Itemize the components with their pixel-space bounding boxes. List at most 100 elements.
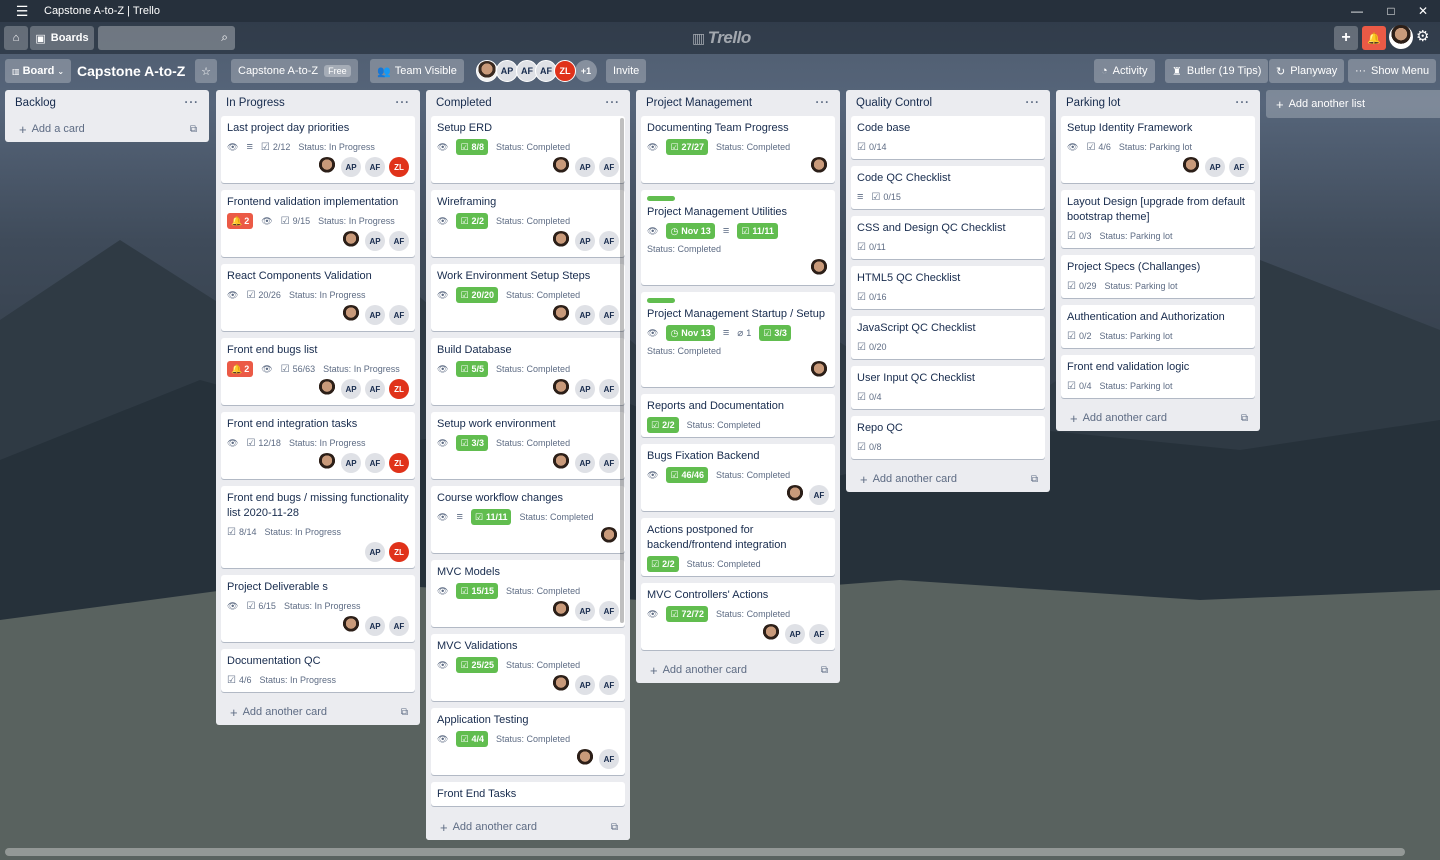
add-card-button[interactable]: + Add another card ⧉ (216, 699, 420, 725)
list-menu-icon[interactable]: ··· (606, 97, 621, 109)
card[interactable]: Frontend validation implementation 🔔 2 👁 ☑ 9/… (221, 190, 415, 257)
member-avatar-af[interactable]: AF (599, 305, 619, 325)
card[interactable]: Front End Tasks (431, 782, 625, 806)
member-avatar-zl[interactable]: ZL (389, 379, 409, 399)
member-avatar-af[interactable]: AF (365, 453, 385, 473)
member-avatar-ap[interactable]: AP (575, 453, 595, 473)
member-avatar-ap[interactable]: AP (365, 305, 385, 325)
member-avatar-ap[interactable]: AP (341, 379, 361, 399)
hamburger-menu-icon[interactable]: ☰ (0, 3, 44, 20)
card[interactable]: Reports and Documentation ☑ 2/2 Status: Com… (641, 394, 835, 437)
member-avatar-af[interactable]: AF (809, 485, 829, 505)
list-title[interactable]: Parking lot (1066, 97, 1120, 109)
card[interactable]: Code base ☑ 0/14 (851, 116, 1045, 159)
add-card-button[interactable]: + Add another card ⧉ (846, 466, 1050, 492)
list-title[interactable]: Backlog (15, 97, 56, 109)
card[interactable]: Front end validation logic ☑ 0/4 Status: Pa… (1061, 355, 1255, 398)
more-members-button[interactable]: +1 (575, 60, 597, 82)
card[interactable]: Setup ERD 👁 ☑ 8/8 Status: Completed AP AF (431, 116, 625, 183)
member-avatar-ap[interactable]: AP (575, 157, 595, 177)
card[interactable]: HTML5 QC Checklist ☑ 0/16 (851, 266, 1045, 309)
member-avatar-af[interactable]: AF (389, 231, 409, 251)
member-avatar-af[interactable]: AF (599, 675, 619, 695)
activity-button[interactable]: ◔ Activity (1094, 59, 1155, 83)
star-button[interactable]: ☆ (195, 59, 217, 83)
member-avatar[interactable] (785, 485, 805, 505)
list-title[interactable]: Quality Control (856, 97, 932, 109)
add-card-button[interactable]: + Add another card ⧉ (1056, 405, 1260, 431)
list-menu-icon[interactable]: ··· (396, 97, 411, 109)
card[interactable]: Last project day priorities 👁 ≡ ☑ 2/12 Status… (221, 116, 415, 183)
card[interactable]: Work Environment Setup Steps 👁 ☑ 20/20 Statu… (431, 264, 625, 331)
member-avatar-zl[interactable]: ZL (389, 542, 409, 562)
member-avatar[interactable] (476, 60, 498, 82)
minimize-button[interactable]: — (1340, 0, 1374, 22)
member-avatar-ap[interactable]: AP (575, 601, 595, 621)
member-avatar-af[interactable]: AF (809, 624, 829, 644)
card-template-icon[interactable]: ⧉ (190, 124, 197, 135)
member-avatar-af[interactable]: AF (599, 453, 619, 473)
card[interactable]: MVC Validations 👁 ☑ 25/25 Status: Completed A… (431, 634, 625, 701)
visibility-button[interactable]: 👥 Team Visible (370, 59, 464, 83)
card[interactable]: Project Management Startup / Setup 👁 ◷ Nov … (641, 292, 835, 387)
member-avatar[interactable] (317, 157, 337, 177)
user-avatar[interactable] (1389, 25, 1413, 49)
card[interactable]: Authentication and Authorization ☑ 0/2 Stat… (1061, 305, 1255, 348)
card[interactable]: Setup work environment 👁 ☑ 3/3 Status: Compl… (431, 412, 625, 479)
member-avatar-af[interactable]: AF (365, 379, 385, 399)
member-avatar-af[interactable]: AF (599, 231, 619, 251)
card-template-icon[interactable]: ⧉ (1241, 413, 1248, 424)
member-avatar[interactable] (809, 361, 829, 381)
list-menu-icon[interactable]: ··· (1026, 97, 1041, 109)
show-menu-button[interactable]: ··· Show Menu (1348, 59, 1437, 83)
card[interactable]: MVC Controllers' Actions 👁 ☑ 72/72 Status: C… (641, 583, 835, 650)
team-button[interactable]: Capstone A-to-Z Free (231, 59, 358, 83)
member-avatar[interactable] (341, 616, 361, 636)
card[interactable]: Code QC Checklist ≡ ☑ 0/15 (851, 166, 1045, 209)
member-avatar[interactable] (317, 379, 337, 399)
board-view-switcher[interactable]: ▥ Board ⌄ (5, 59, 72, 83)
card[interactable]: Project Management Utilities 👁 ◷ Nov 13 ≡ ☑ 11… (641, 190, 835, 285)
member-avatar-ap[interactable]: AP (1205, 157, 1225, 177)
list-menu-icon[interactable]: ··· (185, 97, 200, 109)
board-horizontal-scrollbar[interactable] (5, 848, 1405, 856)
card[interactable]: Bugs Fixation Backend 👁 ☑ 46/46 Status: Comp… (641, 444, 835, 511)
member-avatar[interactable] (551, 453, 571, 473)
list-scrollbar[interactable] (620, 118, 624, 623)
member-avatar-ap[interactable]: AP (365, 542, 385, 562)
home-button[interactable]: ⌂ (4, 26, 28, 50)
list-menu-icon[interactable]: ··· (816, 97, 831, 109)
card[interactable]: User Input QC Checklist ☑ 0/4 (851, 366, 1045, 409)
member-avatar-ap[interactable]: AP (341, 453, 361, 473)
card[interactable]: Build Database 👁 ☑ 5/5 Status: Completed AP AF (431, 338, 625, 405)
member-avatar-ap[interactable]: AP (575, 675, 595, 695)
member-avatar-ap[interactable]: AP (496, 60, 518, 82)
card[interactable]: CSS and Design QC Checklist ☑ 0/11 (851, 216, 1045, 259)
member-avatar-ap[interactable]: AP (575, 231, 595, 251)
invite-button[interactable]: Invite (606, 59, 647, 83)
search-input[interactable]: ⌕ (98, 26, 235, 50)
member-avatar[interactable] (341, 305, 361, 325)
settings-gear-icon[interactable]: ⚙ (1416, 27, 1429, 45)
member-avatar-af[interactable]: AF (599, 157, 619, 177)
member-avatar[interactable] (599, 527, 619, 547)
member-avatar[interactable] (1181, 157, 1201, 177)
member-avatar[interactable] (341, 231, 361, 251)
member-avatar-af[interactable]: AF (389, 616, 409, 636)
member-avatar[interactable] (809, 259, 829, 279)
notifications-button[interactable]: 🔔 (1362, 26, 1386, 50)
member-avatar-af[interactable]: AF (599, 749, 619, 769)
card[interactable]: Layout Design [upgrade from default boot… (1061, 190, 1255, 248)
card[interactable]: MVC Models 👁 ☑ 15/15 Status: Completed AP AF (431, 560, 625, 627)
member-avatar-zl[interactable]: ZL (389, 157, 409, 177)
card-template-icon[interactable]: ⧉ (1031, 474, 1038, 485)
add-card-button[interactable]: + Add another card ⧉ (426, 814, 630, 840)
card[interactable]: Front end bugs list 🔔 2 👁 ☑ 56/63 Status: In P… (221, 338, 415, 405)
member-avatar-af[interactable]: AF (599, 601, 619, 621)
add-card-button[interactable]: + Add a card ⧉ (5, 116, 209, 142)
member-avatar[interactable] (809, 157, 829, 177)
card[interactable]: Repo QC ☑ 0/8 (851, 416, 1045, 459)
list-title[interactable]: Completed (436, 97, 492, 109)
member-avatar[interactable] (551, 601, 571, 621)
member-avatar-af[interactable]: AF (389, 305, 409, 325)
